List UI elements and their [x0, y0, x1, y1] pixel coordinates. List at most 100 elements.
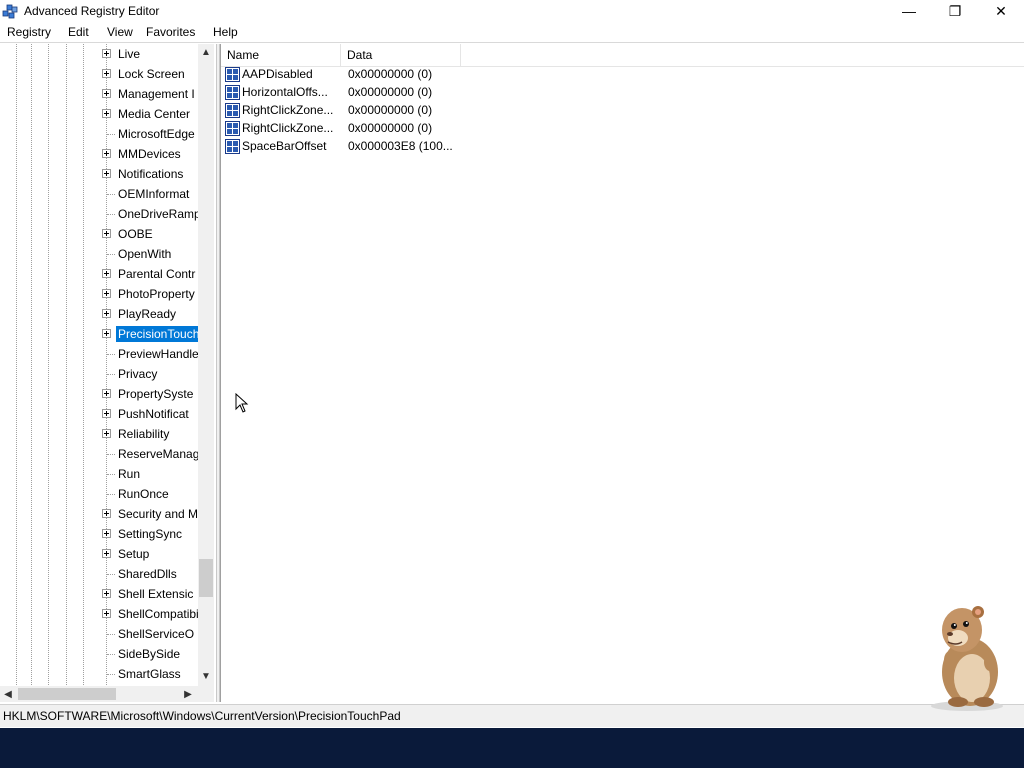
expand-plus-icon[interactable]: [102, 329, 111, 338]
maximize-button[interactable]: ❐: [932, 0, 978, 22]
tree-item-label[interactable]: Notifications: [116, 166, 200, 182]
tree-item-label[interactable]: Security and M: [116, 506, 200, 522]
tree-item-label[interactable]: MicrosoftEdge: [116, 126, 200, 142]
tree-item-label[interactable]: OneDriveRamp: [116, 206, 200, 222]
tree-item-label[interactable]: ReserveManage: [116, 446, 200, 462]
tree-item-label[interactable]: SettingSync: [116, 526, 200, 542]
tree-item[interactable]: OpenWith: [0, 244, 200, 264]
tree-item[interactable]: OOBE: [0, 224, 200, 244]
expand-plus-icon[interactable]: [102, 549, 111, 558]
tree-item[interactable]: OEMInformat: [0, 184, 200, 204]
tree-item-label[interactable]: OOBE: [116, 226, 200, 242]
tree-item[interactable]: ReserveManage: [0, 444, 200, 464]
column-name-header[interactable]: Name: [221, 44, 341, 66]
tree-vertical-scrollbar[interactable]: ▲ ▼: [198, 44, 214, 686]
tree-item-label[interactable]: Media Center: [116, 106, 200, 122]
tree-item[interactable]: Live: [0, 44, 200, 64]
title-bar[interactable]: Advanced Registry Editor — ❐ ✕: [0, 0, 1024, 22]
registry-key-tree[interactable]: Live Lock Screen Management I Media Center M…: [0, 44, 214, 688]
tree-item-label[interactable]: Parental Contr: [116, 266, 200, 282]
tree-item[interactable]: MMDevices: [0, 144, 200, 164]
tree-item-label[interactable]: Lock Screen: [116, 66, 200, 82]
expand-plus-icon[interactable]: [102, 269, 111, 278]
column-data-header[interactable]: Data: [341, 44, 461, 66]
tree-item-label[interactable]: RunOnce: [116, 486, 200, 502]
tree-item-label[interactable]: PushNotificat: [116, 406, 200, 422]
tree-item[interactable]: Setup: [0, 544, 200, 564]
tree-item[interactable]: OneDriveRamp: [0, 204, 200, 224]
tree-item[interactable]: PreviewHandle: [0, 344, 200, 364]
value-row[interactable]: RightClickZone... 0x00000000 (0): [223, 102, 523, 120]
tree-vertical-scroll-thumb[interactable]: [199, 559, 213, 597]
expand-plus-icon[interactable]: [102, 609, 111, 618]
expand-plus-icon[interactable]: [102, 509, 111, 518]
tree-horizontal-scroll-thumb[interactable]: [18, 688, 116, 700]
tree-item-label[interactable]: Setup: [116, 546, 200, 562]
expand-plus-icon[interactable]: [102, 429, 111, 438]
menu-favorites[interactable]: Favorites: [146, 25, 195, 39]
tree-item-label[interactable]: PrecisionTouch: [115, 325, 201, 343]
tree-item[interactable]: Reliability: [0, 424, 200, 444]
tree-item[interactable]: PhotoProperty: [0, 284, 200, 304]
tree-item[interactable]: Security and M: [0, 504, 200, 524]
expand-plus-icon[interactable]: [102, 229, 111, 238]
tree-item-label[interactable]: MMDevices: [116, 146, 200, 162]
menu-edit[interactable]: Edit: [68, 25, 89, 39]
tree-item[interactable]: SideBySide: [0, 644, 200, 664]
tree-item-label[interactable]: PreviewHandle: [116, 346, 200, 362]
expand-plus-icon[interactable]: [102, 389, 111, 398]
expand-plus-icon[interactable]: [102, 529, 111, 538]
tree-item[interactable]: Management I: [0, 84, 200, 104]
tree-item-label[interactable]: ShellCompatibi: [116, 606, 200, 622]
tree-item[interactable]: ShellCompatibi: [0, 604, 200, 624]
scroll-right-icon[interactable]: ▶: [180, 686, 196, 702]
menu-view[interactable]: View: [107, 25, 133, 39]
expand-plus-icon[interactable]: [102, 49, 111, 58]
tree-item-label[interactable]: PlayReady: [116, 306, 200, 322]
tree-item[interactable]: MicrosoftEdge: [0, 124, 200, 144]
value-row[interactable]: AAPDisabled 0x00000000 (0): [223, 66, 523, 84]
tree-item[interactable]: Shell Extensic: [0, 584, 200, 604]
tree-item-label[interactable]: PhotoProperty: [116, 286, 200, 302]
tree-item[interactable]: Parental Contr: [0, 264, 200, 284]
tree-item-label[interactable]: Run: [116, 466, 200, 482]
tree-item-label[interactable]: OpenWith: [116, 246, 200, 262]
tree-item-label[interactable]: PropertySyste: [116, 386, 200, 402]
tree-item-label[interactable]: SharedDlls: [116, 566, 200, 582]
tree-item-label[interactable]: Management I: [116, 86, 200, 102]
tree-item-label[interactable]: Live: [116, 46, 200, 62]
close-button[interactable]: ✕: [978, 0, 1024, 22]
tree-item[interactable]: PrecisionTouch: [0, 324, 201, 344]
tree-item[interactable]: Media Center: [0, 104, 200, 124]
tree-item[interactable]: Lock Screen: [0, 64, 200, 84]
tree-item-label[interactable]: Privacy: [116, 366, 200, 382]
tree-item[interactable]: Run: [0, 464, 200, 484]
tree-horizontal-scrollbar[interactable]: ◀ ▶: [0, 686, 214, 702]
expand-plus-icon[interactable]: [102, 309, 111, 318]
value-row[interactable]: HorizontalOffs... 0x00000000 (0): [223, 84, 523, 102]
expand-plus-icon[interactable]: [102, 169, 111, 178]
tree-item[interactable]: Privacy: [0, 364, 200, 384]
expand-plus-icon[interactable]: [102, 289, 111, 298]
tree-item[interactable]: PropertySyste: [0, 384, 200, 404]
expand-plus-icon[interactable]: [102, 69, 111, 78]
value-row[interactable]: SpaceBarOffset 0x000003E8 (100...: [223, 138, 523, 156]
expand-plus-icon[interactable]: [102, 109, 111, 118]
value-row[interactable]: RightClickZone... 0x00000000 (0): [223, 120, 523, 138]
tree-item-label[interactable]: OEMInformat: [116, 186, 200, 202]
tree-item-label[interactable]: ShellServiceO: [116, 626, 200, 642]
tree-item[interactable]: SharedDlls: [0, 564, 200, 584]
tree-item[interactable]: ShellServiceO: [0, 624, 200, 644]
tree-item[interactable]: PushNotificat: [0, 404, 200, 424]
tree-item-label[interactable]: SmartGlass: [116, 666, 200, 682]
tree-item-label[interactable]: Shell Extensic: [116, 586, 200, 602]
tree-item[interactable]: Notifications: [0, 164, 200, 184]
tree-item[interactable]: PlayReady: [0, 304, 200, 324]
scroll-up-icon[interactable]: ▲: [198, 44, 214, 60]
menu-help[interactable]: Help: [213, 25, 238, 39]
expand-plus-icon[interactable]: [102, 409, 111, 418]
expand-plus-icon[interactable]: [102, 149, 111, 158]
tree-item[interactable]: SettingSync: [0, 524, 200, 544]
values-list[interactable]: Name Data AAPDisabled 0x00000000 (0) Horiz…: [220, 44, 1024, 702]
expand-plus-icon[interactable]: [102, 589, 111, 598]
